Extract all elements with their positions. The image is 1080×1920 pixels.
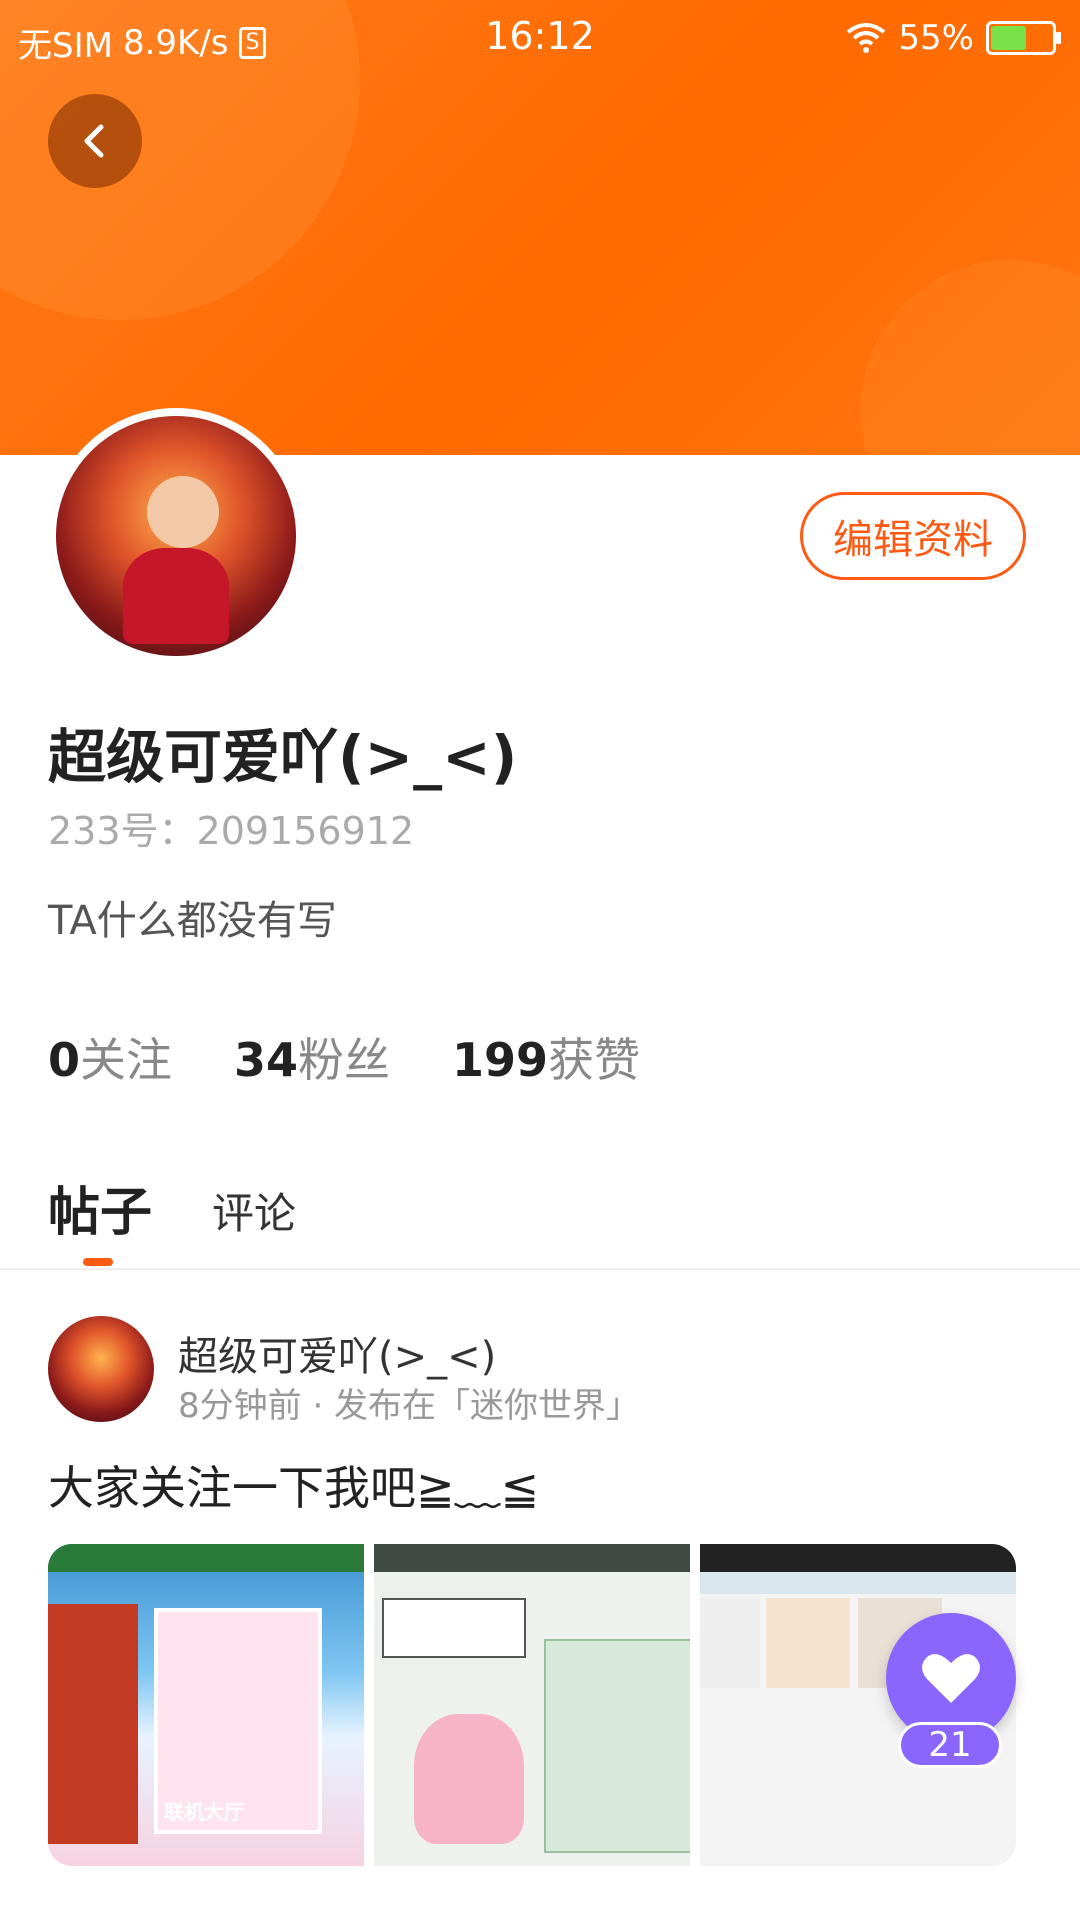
battery-percent: 55%: [898, 18, 974, 58]
stat-following-count: 0: [48, 1033, 81, 1087]
stat-likes-label: 获赞: [548, 1033, 641, 1087]
avatar-image: [56, 416, 296, 656]
post-text: 大家关注一下我吧≧﹏≦: [48, 1461, 540, 1515]
tab-comments[interactable]: 评论: [212, 1180, 296, 1245]
status-right: 55%: [846, 18, 1061, 58]
post-images: 联机大厅: [48, 1544, 1016, 1866]
profile-uid: 233号：209156912: [48, 809, 415, 853]
profile-tabs: 帖子 评论: [48, 1170, 296, 1266]
post-meta: 8分钟前 · 发布在「迷你世界」: [178, 1386, 641, 1426]
tab-posts[interactable]: 帖子: [48, 1170, 153, 1266]
image-caption: 联机大厅: [164, 1800, 244, 1824]
post-image[interactable]: 联机大厅: [48, 1544, 364, 1866]
stat-likes[interactable]: 199获赞: [452, 1024, 640, 1090]
profile-name: 超级可爱吖(>_<): [48, 723, 518, 791]
stat-fans-count: 34: [234, 1033, 299, 1087]
edit-profile-button[interactable]: 编辑资料: [800, 492, 1026, 580]
stat-following[interactable]: 0关注: [48, 1024, 172, 1090]
profile-avatar[interactable]: [48, 408, 304, 664]
profile-bio: TA什么都没有写: [48, 898, 337, 944]
profile-stats: 0关注 34粉丝 199获赞: [48, 1024, 640, 1090]
heart-icon: [922, 1654, 980, 1703]
stat-following-label: 关注: [80, 1033, 173, 1087]
chevron-left-icon: [84, 124, 104, 158]
post-author-avatar[interactable]: [48, 1316, 154, 1422]
back-button[interactable]: [48, 94, 142, 188]
status-bar: 无SIM 8.9K/s S 16:12 55%: [0, 0, 1080, 80]
active-tab-indicator: [83, 1258, 113, 1266]
stat-likes-count: 199: [452, 1033, 549, 1087]
tabs-divider: [0, 1268, 1080, 1270]
like-count: 21: [898, 1722, 1002, 1768]
post-author-name[interactable]: 超级可爱吖(>_<): [178, 1324, 496, 1382]
battery-icon: [986, 21, 1061, 55]
post-image[interactable]: [374, 1544, 690, 1866]
header-decoration: [860, 260, 1080, 455]
stat-fans-label: 粉丝: [298, 1033, 391, 1087]
tab-posts-label: 帖子: [48, 1183, 153, 1243]
wifi-icon: [847, 23, 886, 53]
stat-fans[interactable]: 34粉丝: [234, 1024, 390, 1090]
